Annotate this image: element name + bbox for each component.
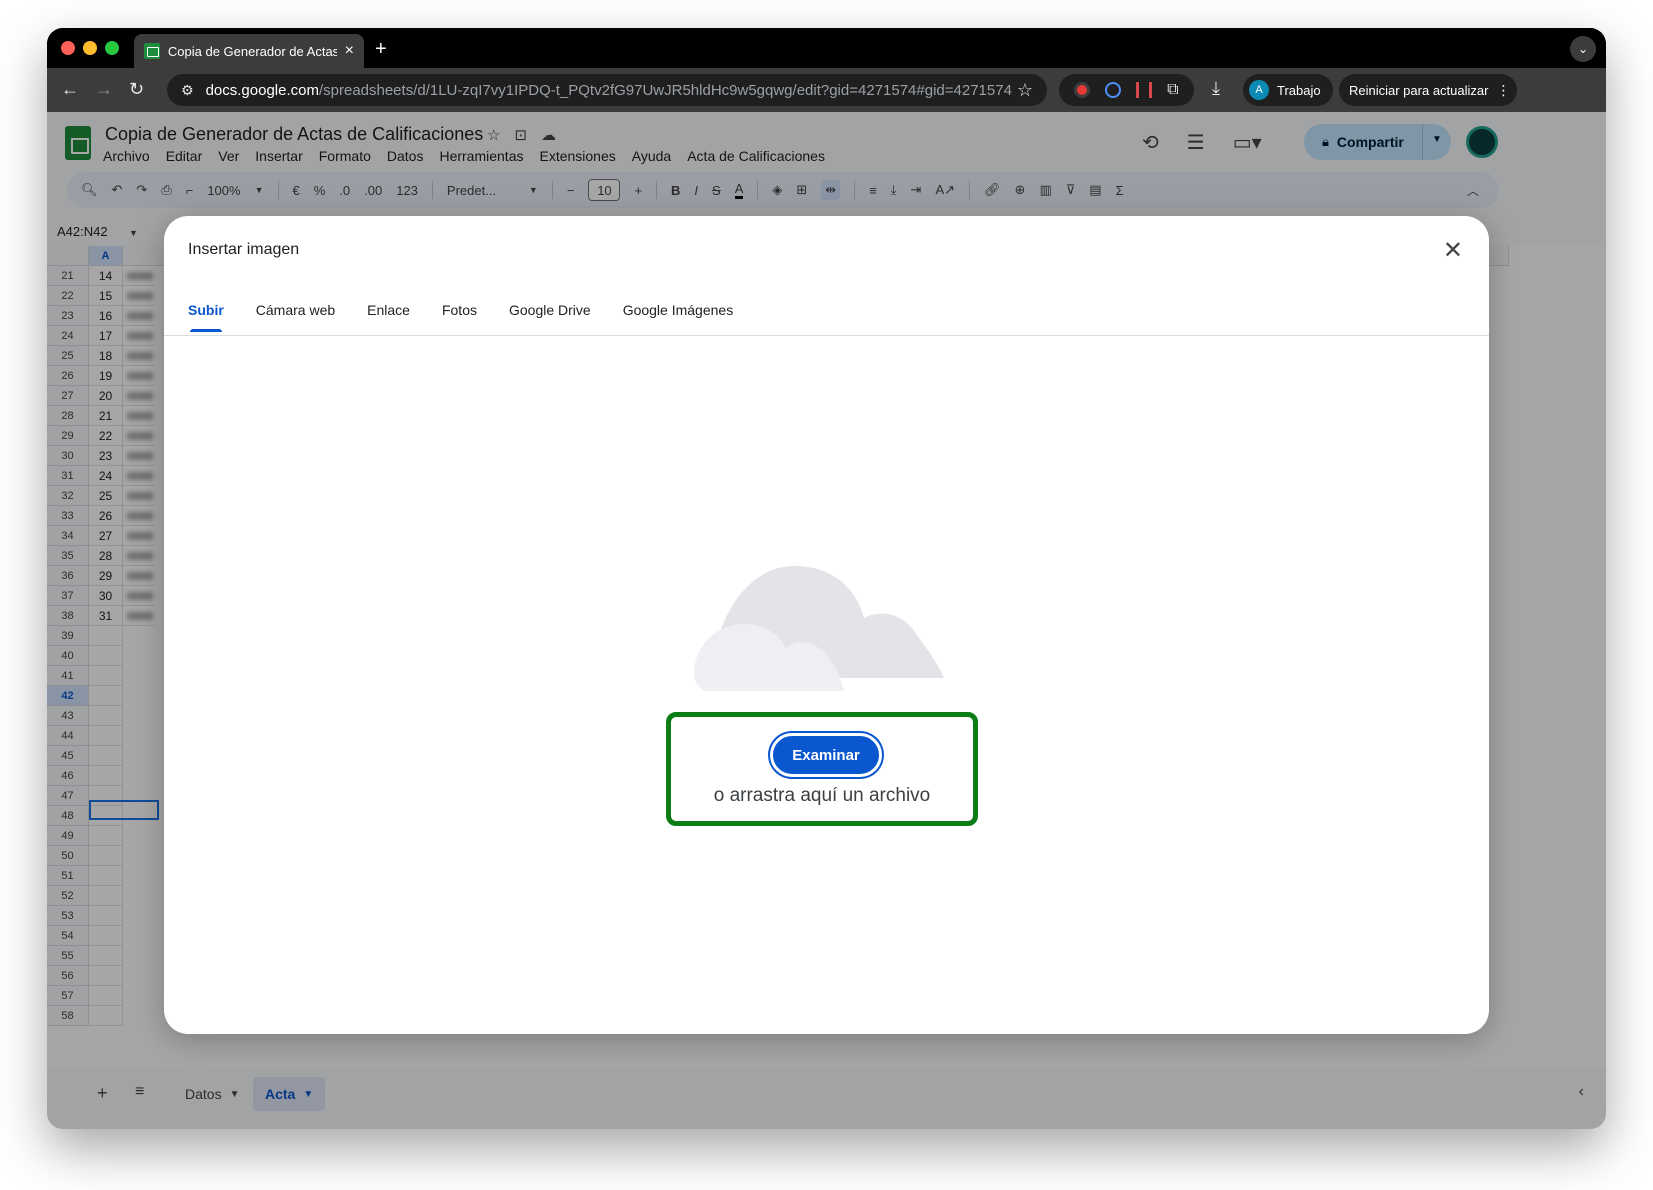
site-settings-icon[interactable]: ⚙ — [181, 82, 194, 99]
audio-extension-icon[interactable] — [1136, 82, 1153, 98]
puzzle-extensions-icon[interactable]: ⧉ — [1167, 81, 1178, 99]
upload-drop-zone[interactable]: Examinar o arrastra aquí un archivo — [666, 712, 978, 826]
bookmark-star-icon[interactable]: ☆ — [1017, 80, 1033, 101]
profile-avatar: A — [1249, 80, 1269, 100]
maximize-window-button[interactable] — [105, 41, 119, 55]
tab-strip: Copia de Generador de Actas × + ⌄ — [47, 28, 1606, 68]
profile-name: Trabajo — [1277, 82, 1321, 98]
browser-tab[interactable]: Copia de Generador de Actas × — [134, 34, 364, 68]
download-icon[interactable]: ⤓ — [1212, 78, 1220, 99]
cloud-upload-icon — [694, 566, 944, 691]
dialog-title: Insertar imagen — [188, 241, 300, 258]
browse-button[interactable]: Examinar — [770, 733, 882, 777]
reload-icon[interactable]: ↻ — [129, 79, 144, 100]
close-icon[interactable]: ✕ — [1443, 236, 1463, 265]
tabs-divider — [164, 335, 1489, 336]
navigation-bar: ← → ↻ ⚙ docs.google.com/spreadsheets/d/1… — [47, 68, 1606, 112]
insert-image-dialog: Insertar imagen ✕ Subir Cámara web Enlac… — [164, 216, 1489, 1034]
tab-search-chevron-icon[interactable]: ⌄ — [1570, 36, 1596, 62]
tab-fotos[interactable]: Fotos — [442, 302, 477, 332]
more-vert-icon[interactable]: ⋮ — [1496, 82, 1510, 99]
tab-google-imagenes[interactable]: Google Imágenes — [623, 302, 734, 332]
dialog-tabs: Subir Cámara web Enlace Fotos Google Dri… — [188, 302, 733, 332]
tab-camara-web[interactable]: Cámara web — [256, 302, 335, 332]
profile-button[interactable]: A Trabajo — [1243, 74, 1333, 106]
tab-enlace[interactable]: Enlace — [367, 302, 410, 332]
extensions-group: ⧉ — [1059, 74, 1194, 106]
url-text: docs.google.com/spreadsheets/d/1LU-zqI7v… — [206, 82, 1012, 99]
close-window-button[interactable] — [61, 41, 75, 55]
tab-close-icon[interactable]: × — [345, 42, 354, 60]
forward-arrow-icon[interactable]: → — [95, 79, 113, 100]
minimize-window-button[interactable] — [83, 41, 97, 55]
tab-subir[interactable]: Subir — [188, 302, 224, 332]
record-extension-icon[interactable] — [1074, 82, 1091, 98]
drop-hint-text: o arrastra aquí un archivo — [713, 785, 931, 806]
new-tab-icon[interactable]: + — [375, 38, 387, 61]
sheets-favicon-icon — [144, 43, 160, 59]
address-bar[interactable]: ⚙ docs.google.com/spreadsheets/d/1LU-zqI… — [167, 74, 1047, 106]
restart-update-button[interactable]: Reiniciar para actualizar ⋮ — [1339, 74, 1517, 106]
restart-label: Reiniciar para actualizar — [1349, 82, 1489, 98]
url-path: /spreadsheets/d/1LU-zqI7vy1IPDQ-t_PQtv2f… — [318, 81, 1012, 99]
tab-google-drive[interactable]: Google Drive — [509, 302, 591, 332]
tab-title: Copia de Generador de Actas — [167, 43, 337, 59]
window-controls — [61, 41, 119, 55]
circle-extension-icon[interactable] — [1105, 82, 1122, 98]
back-arrow-icon[interactable]: ← — [61, 79, 79, 100]
url-host: docs.google.com — [205, 81, 319, 99]
